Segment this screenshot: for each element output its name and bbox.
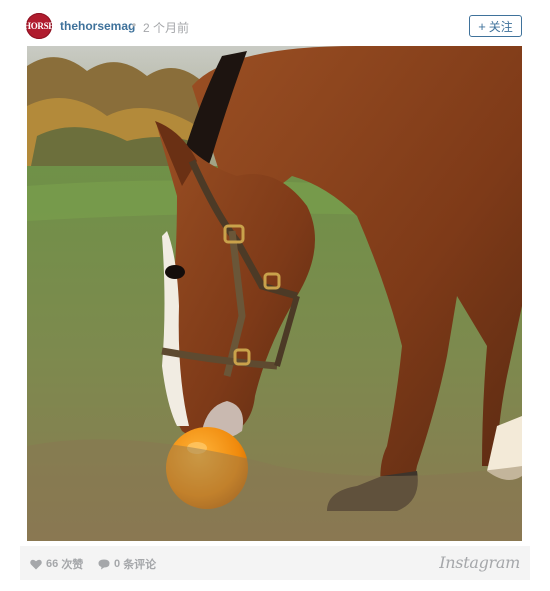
horse-photo-illustration xyxy=(27,46,522,541)
comment-bubble-icon xyxy=(98,559,110,569)
comments-number: 0 xyxy=(114,558,121,570)
likes-label: 次赞 xyxy=(61,559,84,571)
follow-button-label: 关注 xyxy=(488,19,513,34)
post-footer: 66 次赞 0 条评论 Instagram xyxy=(20,546,530,580)
post-timestamp[interactable]: 2 个月前 xyxy=(143,19,189,36)
likes-count[interactable]: 66 次赞 xyxy=(30,556,83,572)
instagram-embed-card: HORSE thehorsemag • 2 个月前 + 关注 66 次赞 0 条… xyxy=(0,0,550,591)
plus-icon: + xyxy=(478,18,486,34)
comments-count[interactable]: 0 条评论 xyxy=(98,556,156,572)
username-link[interactable]: thehorsemag xyxy=(60,19,135,33)
post-header: HORSE thehorsemag • 2 个月前 + 关注 xyxy=(24,12,522,40)
avatar[interactable]: HORSE xyxy=(24,13,55,39)
follow-button[interactable]: + 关注 xyxy=(469,15,522,37)
avatar-logo-text: HORSE xyxy=(24,21,55,31)
likes-number: 66 xyxy=(46,558,59,570)
post-photo[interactable] xyxy=(27,46,522,541)
separator-dot: • xyxy=(132,18,137,32)
comments-label: 条评论 xyxy=(123,559,157,571)
heart-icon xyxy=(30,559,42,569)
instagram-logo[interactable]: Instagram xyxy=(439,553,520,572)
